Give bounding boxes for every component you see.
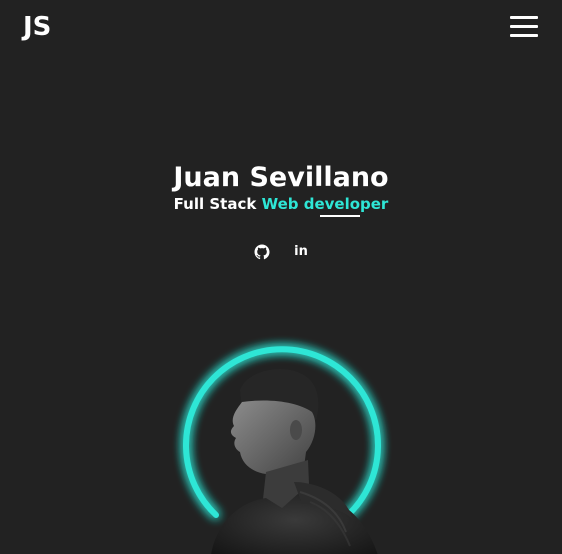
typing-underline	[320, 215, 360, 217]
role-accent: Web developer	[261, 195, 389, 213]
menu-bar	[510, 16, 538, 19]
github-icon[interactable]	[254, 244, 270, 260]
menu-bar	[510, 25, 538, 28]
hero-role: Full Stack Web developer	[0, 194, 562, 214]
portrait	[170, 332, 394, 554]
social-links: in	[0, 244, 562, 262]
linkedin-icon[interactable]: in	[293, 244, 309, 260]
page: JS Juan Sevillano Full Stack Web develop…	[0, 0, 562, 554]
hero-name: Juan Sevillano	[173, 162, 389, 193]
portrait-svg	[183, 346, 381, 554]
menu-bar	[510, 34, 538, 37]
role-prefix: Full Stack	[173, 195, 257, 213]
person-photo	[210, 368, 380, 554]
github-icon-svg	[254, 244, 270, 260]
site-logo[interactable]: JS	[23, 9, 51, 45]
hamburger-menu-icon[interactable]	[510, 16, 538, 38]
